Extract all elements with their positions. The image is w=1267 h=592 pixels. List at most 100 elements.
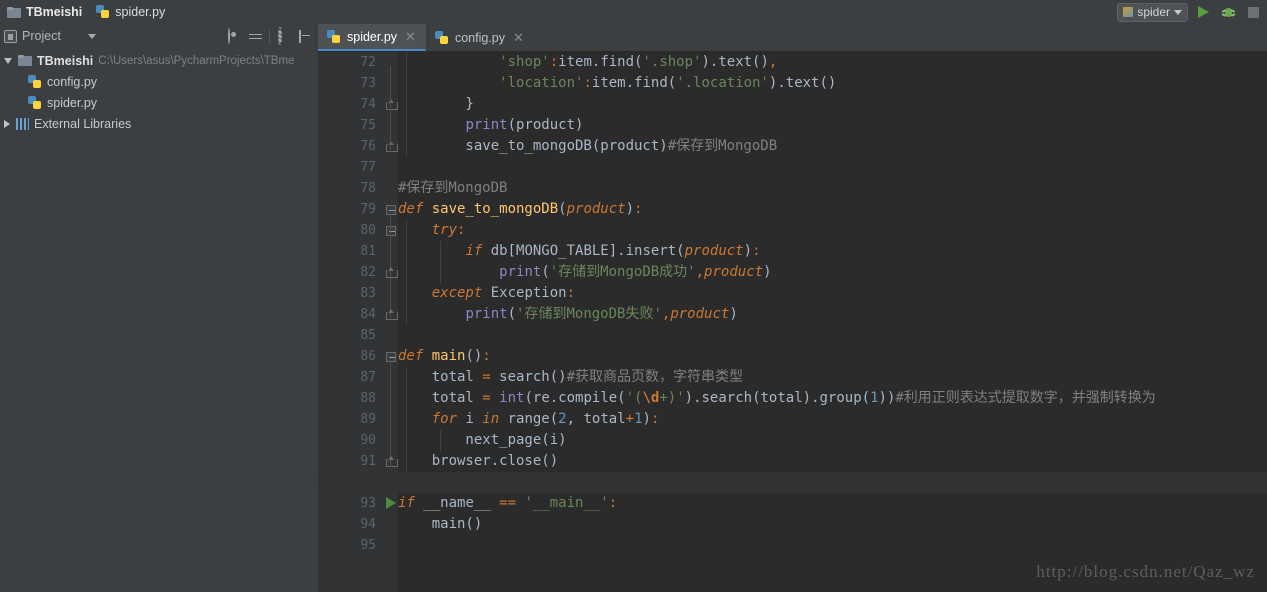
line-number: 75 xyxy=(360,118,376,133)
tab-label: spider.py xyxy=(347,29,398,44)
project-tree: TBmeishi C:\Users\asus\PycharmProjects\T… xyxy=(0,48,318,134)
hide-panel-icon[interactable] xyxy=(297,29,312,44)
tree-node-spider-py[interactable]: spider.py xyxy=(0,92,318,113)
project-panel: Project TBmeishi C:\Users\asus\PycharmPr… xyxy=(0,24,318,592)
code-line: for i in range(2, total+1): xyxy=(431,411,660,427)
breadcrumb-file[interactable]: spider.py xyxy=(89,5,172,19)
run-config-label: spider xyxy=(1137,5,1170,19)
chevron-right-icon[interactable] xyxy=(4,119,10,128)
code-line: total = search()#获取商品页数，字符串类型 xyxy=(398,369,744,385)
code-line: browser.close() xyxy=(398,453,559,469)
tab-config-py[interactable]: config.py ✕ xyxy=(426,24,534,51)
line-number: 83 xyxy=(360,286,376,301)
close-icon[interactable]: ✕ xyxy=(513,30,524,46)
run-button[interactable] xyxy=(1193,2,1213,22)
tree-node-label: External Libraries xyxy=(34,116,132,131)
python-file-icon xyxy=(434,30,449,45)
run-line-marker-icon[interactable] xyxy=(386,497,396,509)
breadcrumb-project[interactable]: TBmeishi xyxy=(0,5,89,19)
code-line: total = int(re.compile('(\d+)').search(t… xyxy=(398,390,1156,406)
tree-node-config-py[interactable]: config.py xyxy=(0,71,318,92)
line-number: 95 xyxy=(360,538,376,553)
line-number: 81 xyxy=(360,244,376,259)
code-line: try: xyxy=(431,222,466,238)
line-number: 78 xyxy=(360,181,376,196)
code-text-pane[interactable]: 'shop':item.find('.shop').text(), 'locat… xyxy=(398,52,1267,592)
current-line-highlight xyxy=(318,472,1267,493)
indent-guide xyxy=(440,430,441,451)
python-file-icon xyxy=(96,5,110,19)
editor-tabbar: spider.py ✕ config.py ✕ xyxy=(318,24,1267,52)
locate-icon[interactable] xyxy=(227,27,242,44)
line-number: 94 xyxy=(360,517,376,532)
run-config-icon xyxy=(1123,7,1134,17)
chevron-down-icon[interactable] xyxy=(87,33,96,39)
fold-end-marker[interactable] xyxy=(386,99,398,110)
chevron-down-icon[interactable] xyxy=(4,57,12,64)
line-number: 85 xyxy=(360,328,376,343)
code-line: def main(): xyxy=(398,348,491,364)
tree-node-tbmeishi[interactable]: TBmeishi C:\Users\asus\PycharmProjects\T… xyxy=(0,50,318,71)
line-number: 74 xyxy=(360,97,376,112)
fold-end-marker[interactable] xyxy=(386,141,398,152)
line-number-gutter[interactable]: 72 73 74 75 76 77 78 79 80 81 82 83 84 85 86 87 88 89 90 91… xyxy=(318,52,384,592)
code-line: 'location':item.find('.location').text() xyxy=(499,75,837,91)
code-line: main() xyxy=(398,516,483,532)
fold-collapse-marker[interactable] xyxy=(386,226,396,236)
project-panel-header: Project xyxy=(0,24,318,48)
chevron-down-icon xyxy=(1174,9,1182,15)
line-number: 86 xyxy=(360,349,376,364)
tab-spider-py[interactable]: spider.py ✕ xyxy=(318,24,426,51)
editor-area: spider.py ✕ config.py ✕ 72 73 74 75 76 77 78 79… xyxy=(318,24,1267,592)
folder-icon xyxy=(7,6,21,18)
line-number: 73 xyxy=(360,76,376,91)
code-line: } xyxy=(398,96,474,112)
line-number: 76 xyxy=(360,139,376,154)
fold-collapse-marker[interactable] xyxy=(386,205,396,215)
line-number: 91 xyxy=(360,454,376,469)
python-file-icon xyxy=(28,95,42,110)
line-number: 77 xyxy=(360,160,376,175)
fold-end-marker[interactable] xyxy=(386,267,398,278)
python-file-icon xyxy=(327,29,341,44)
fold-collapse-marker[interactable] xyxy=(386,352,396,362)
line-number: 87 xyxy=(360,370,376,385)
project-view-icon xyxy=(4,29,17,43)
stop-icon xyxy=(1247,6,1259,18)
toolbar-divider xyxy=(269,29,270,43)
run-icon xyxy=(1197,6,1209,18)
line-number: 88 xyxy=(360,391,376,406)
indent-guide xyxy=(406,220,407,325)
project-panel-tools xyxy=(227,26,318,45)
line-number: 82 xyxy=(360,265,376,280)
collapse-all-icon[interactable] xyxy=(248,29,263,44)
code-line: except Exception: xyxy=(431,285,576,301)
line-number: 84 xyxy=(360,307,376,322)
code-line: def save_to_mongoDB(product): xyxy=(398,201,643,217)
tree-node-label: TBmeishi xyxy=(37,53,94,68)
tree-node-label: config.py xyxy=(47,74,98,89)
fold-end-marker[interactable] xyxy=(386,456,398,467)
run-configuration-selector[interactable]: spider xyxy=(1117,2,1188,22)
code-line: #保存到MongoDB xyxy=(398,180,508,196)
fold-end-marker[interactable] xyxy=(386,309,398,320)
code-line: if __name__ == '__main__': xyxy=(398,495,618,511)
watermark: http://blog.csdn.net/Qaz_wz xyxy=(1036,562,1255,581)
breadcrumb-project-label: TBmeishi xyxy=(26,5,83,19)
code-line: print('存储到MongoDB失败',product) xyxy=(465,306,738,322)
line-number: 80 xyxy=(360,223,376,238)
fold-region-line xyxy=(390,66,391,150)
stop-button[interactable] xyxy=(1243,2,1263,22)
folder-icon xyxy=(18,55,32,66)
settings-gear-icon[interactable] xyxy=(276,26,291,45)
run-toolbar: spider xyxy=(1117,2,1263,22)
fold-region-line xyxy=(390,213,391,318)
code-line: print('存储到MongoDB成功',product) xyxy=(499,264,772,280)
code-folding-strip[interactable] xyxy=(384,52,398,592)
tree-node-external-libraries[interactable]: External Libraries xyxy=(0,113,318,134)
breadcrumb-file-label: spider.py xyxy=(115,5,166,19)
code-editor[interactable]: 72 73 74 75 76 77 78 79 80 81 82 83 84 85 86 87 88 89 90 91… xyxy=(318,52,1267,592)
close-icon[interactable]: ✕ xyxy=(405,29,416,45)
library-icon xyxy=(16,117,29,130)
debug-button[interactable] xyxy=(1218,2,1238,22)
